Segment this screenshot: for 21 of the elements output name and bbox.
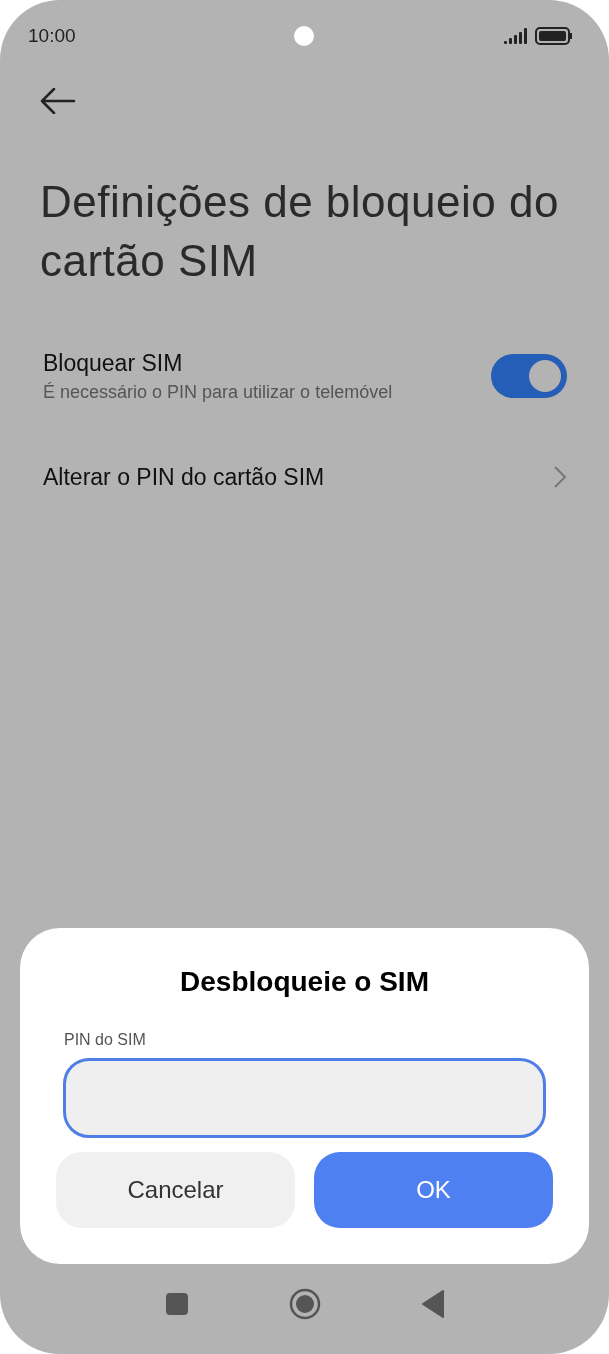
toggle-switch[interactable] <box>491 354 567 398</box>
signal-icon <box>503 27 529 45</box>
back-arrow-icon <box>40 88 76 114</box>
setting-label: Bloquear SIM <box>43 349 184 378</box>
dialog-title: Desbloqueie o SIM <box>179 965 430 999</box>
home-nav-icon[interactable] <box>288 1288 321 1320</box>
settings-row[interactable]: Alterar o PIN do cartão SIM <box>0 444 609 510</box>
settings-row[interactable]: Bloquear SIM É necessário o PIN para utilizar o telemóvel <box>0 330 609 422</box>
recents-nav-icon[interactable] <box>164 1292 189 1316</box>
chevron-right-icon <box>553 465 567 489</box>
field-label: PIN do SIM <box>64 1030 147 1050</box>
page-title: Definições de bloqueio do cartão SIM <box>40 176 560 287</box>
pin-input-field[interactable] <box>63 1058 546 1138</box>
setting-label: Alterar o PIN do cartão SIM <box>43 463 325 492</box>
battery-icon <box>535 27 573 45</box>
cancel-button[interactable]: Cancelar <box>56 1152 295 1228</box>
status-time: 10:00 <box>28 23 76 48</box>
back-nav-icon[interactable] <box>420 1290 445 1318</box>
setting-description: É necessário o PIN para utilizar o telemóvel <box>43 381 393 404</box>
ok-button[interactable]: OK <box>314 1152 553 1228</box>
camera-hole <box>294 26 314 46</box>
